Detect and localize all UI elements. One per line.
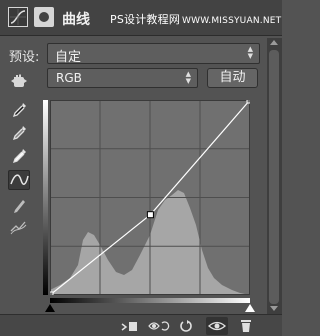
view-previous-icon[interactable] — [148, 319, 170, 333]
curve-point-tool-icon[interactable] — [8, 170, 30, 190]
curve-control-point[interactable] — [246, 100, 250, 104]
input-gradient-bar — [50, 298, 250, 303]
auto-button[interactable]: 自动 — [207, 68, 258, 88]
white-point-eyedropper-icon[interactable] — [8, 146, 30, 166]
curves-adjustment-icon[interactable] — [8, 7, 28, 27]
gray-point-eyedropper-icon[interactable] — [8, 123, 30, 143]
channel-value: RGB — [56, 71, 82, 85]
scroll-up-icon[interactable] — [270, 40, 278, 45]
trash-icon[interactable] — [238, 319, 256, 333]
scroll-down-icon[interactable] — [270, 306, 278, 311]
preset-label: 预设: — [9, 50, 40, 65]
dropdown-arrows-icon: ▲ ▼ — [247, 45, 253, 60]
curves-graph[interactable] — [50, 100, 250, 295]
curve-control-point[interactable] — [50, 291, 54, 295]
watermark: PS设计教程网 WWW.MISSYUAN.NET — [110, 11, 281, 27]
output-gradient-bar — [43, 100, 48, 295]
white-point-slider[interactable] — [245, 304, 255, 312]
black-point-slider[interactable] — [45, 304, 55, 312]
layer-mask-icon[interactable] — [34, 7, 54, 27]
panel-titlebar: 曲线 PS设计教程网 WWW.MISSYUAN.NET — [0, 0, 282, 36]
black-point-eyedropper-icon[interactable] — [8, 100, 30, 120]
watermark-url: WWW.MISSYUAN.NET — [182, 16, 282, 26]
panel-footer — [0, 314, 282, 336]
reset-icon[interactable] — [178, 319, 196, 333]
watermark-cn: PS设计教程网 — [110, 13, 181, 26]
scroll-thumb[interactable] — [269, 50, 279, 304]
preset-dropdown[interactable]: 自定 ▲ ▼ — [47, 43, 260, 65]
pencil-tool-icon[interactable] — [8, 195, 30, 215]
panel-title: 曲线 — [62, 12, 90, 28]
clip-to-layer-icon[interactable] — [120, 319, 138, 333]
channel-dropdown[interactable]: RGB ▲ ▼ — [47, 68, 198, 88]
visibility-eye-icon[interactable] — [206, 317, 228, 335]
preset-value: 自定 — [55, 50, 82, 65]
curve-control-point[interactable] — [146, 211, 154, 219]
smooth-curve-icon[interactable] — [8, 217, 30, 237]
dropdown-arrows-icon: ▲ ▼ — [185, 70, 191, 85]
on-image-adjust-icon[interactable] — [10, 73, 28, 89]
